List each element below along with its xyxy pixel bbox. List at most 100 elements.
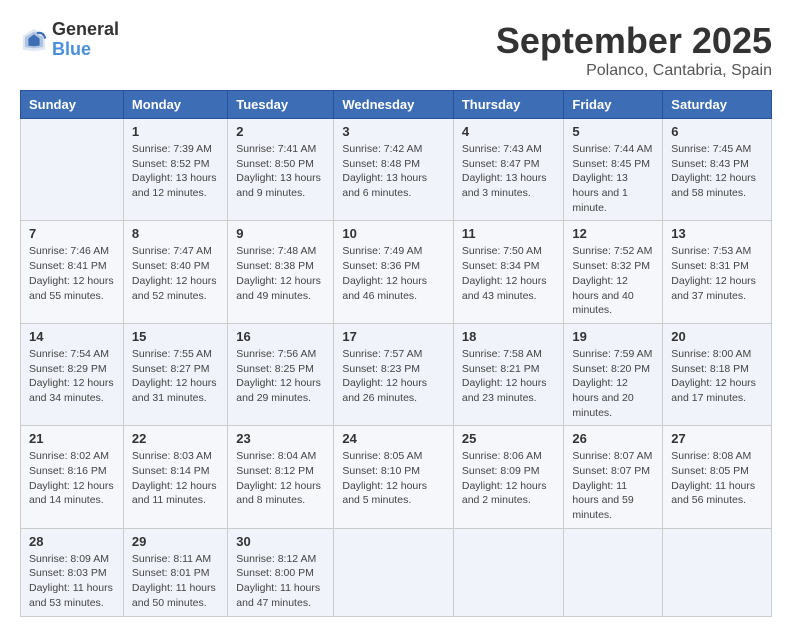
date-cell: 27 Sunrise: 8:08 AMSunset: 8:05 PMDayligh… [663,426,772,528]
date-number: 4 [462,124,556,139]
date-cell: 9Sunrise: 7:48 AMSunset: 8:38 PMDaylight… [228,221,334,323]
logo: General Blue [20,20,119,60]
date-number: 16 [236,329,325,344]
cell-info: Sunrise: 8:03 AMSunset: 8:14 PMDaylight:… [132,449,219,508]
title-section: September 2025 Polanco, Cantabria, Spain [496,20,772,80]
cell-info: Sunrise: 8:05 AMSunset: 8:10 PMDaylight:… [342,449,445,508]
cell-info: Sunrise: 8:11 AMSunset: 8:01 PMDaylight:… [132,552,219,611]
date-number: 10 [342,226,445,241]
date-number: 8 [132,226,219,241]
date-number: 6 [671,124,763,139]
date-cell: 15Sunrise: 7:55 AMSunset: 8:27 PMDayligh… [123,323,227,425]
cell-info: Sunrise: 7:58 AMSunset: 8:21 PMDaylight:… [462,347,556,406]
cell-info: Sunrise: 7:49 AMSunset: 8:36 PMDaylight:… [342,244,445,303]
day-header-wednesday: Wednesday [334,91,454,119]
date-number: 17 [342,329,445,344]
date-cell: 2Sunrise: 7:41 AMSunset: 8:50 PMDaylight… [228,119,334,221]
day-header-friday: Friday [564,91,663,119]
date-number: 13 [671,226,763,241]
date-number: 19 [572,329,654,344]
cell-info: Sunrise: 7:57 AMSunset: 8:23 PMDaylight:… [342,347,445,406]
day-header-tuesday: Tuesday [228,91,334,119]
date-cell: 17 Sunrise: 7:57 AMSunset: 8:23 PMDayligh… [334,323,454,425]
cell-info: Sunrise: 8:00 AMSunset: 8:18 PMDaylight:… [671,347,763,406]
week-row-1: 1 Sunrise: 7:39 AMSunset: 8:52 PMDaylight… [21,119,772,221]
date-number: 26 [572,431,654,446]
date-number: 30 [236,534,325,549]
date-cell: 28Sunrise: 8:09 AMSunset: 8:03 PMDayligh… [21,528,124,616]
date-number: 5 [572,124,654,139]
week-row-3: 14Sunrise: 7:54 AMSunset: 8:29 PMDayligh… [21,323,772,425]
date-number: 25 [462,431,556,446]
cell-info: Sunrise: 7:53 AMSunset: 8:31 PMDaylight:… [671,244,763,303]
cell-info: Sunrise: 8:08 AMSunset: 8:05 PMDaylight:… [671,449,763,508]
date-cell: 20 Sunrise: 8:00 AMSunset: 8:18 PMDayligh… [663,323,772,425]
date-cell: 26 Sunrise: 8:07 AMSunset: 8:07 PMDayligh… [564,426,663,528]
cell-info: Sunrise: 7:43 AMSunset: 8:47 PMDaylight:… [462,142,556,201]
date-cell: 19 Sunrise: 7:59 AMSunset: 8:20 PMDayligh… [564,323,663,425]
logo-icon [20,26,48,54]
month-title: September 2025 [496,20,772,62]
cell-info: Sunrise: 7:45 AMSunset: 8:43 PMDaylight:… [671,142,763,201]
cell-info: Sunrise: 7:47 AMSunset: 8:40 PMDaylight:… [132,244,219,303]
date-cell: 1 Sunrise: 7:39 AMSunset: 8:52 PMDaylight… [123,119,227,221]
date-cell: 16 Sunrise: 7:56 AMSunset: 8:25 PMDayligh… [228,323,334,425]
date-number: 28 [29,534,115,549]
cell-info: Sunrise: 7:42 AMSunset: 8:48 PMDaylight:… [342,142,445,201]
date-number: 12 [572,226,654,241]
date-cell: 6 Sunrise: 7:45 AMSunset: 8:43 PMDaylight… [663,119,772,221]
date-cell: 24 Sunrise: 8:05 AMSunset: 8:10 PMDayligh… [334,426,454,528]
cell-info: Sunrise: 8:06 AMSunset: 8:09 PMDaylight:… [462,449,556,508]
calendar-table: SundayMondayTuesdayWednesdayThursdayFrid… [20,90,772,617]
week-row-5: 28Sunrise: 8:09 AMSunset: 8:03 PMDayligh… [21,528,772,616]
cell-info: Sunrise: 8:02 AMSunset: 8:16 PMDaylight:… [29,449,115,508]
date-number: 24 [342,431,445,446]
cell-info: Sunrise: 7:50 AMSunset: 8:34 PMDaylight:… [462,244,556,303]
date-cell: 21 Sunrise: 8:02 AMSunset: 8:16 PMDayligh… [21,426,124,528]
location: Polanco, Cantabria, Spain [496,62,772,80]
date-cell: 7Sunrise: 7:46 AMSunset: 8:41 PMDaylight… [21,221,124,323]
cell-info: Sunrise: 8:12 AMSunset: 8:00 PMDaylight:… [236,552,325,611]
date-cell [564,528,663,616]
date-number: 18 [462,329,556,344]
date-cell: 29 Sunrise: 8:11 AMSunset: 8:01 PMDayligh… [123,528,227,616]
cell-info: Sunrise: 7:39 AMSunset: 8:52 PMDaylight:… [132,142,219,201]
cell-info: Sunrise: 7:52 AMSunset: 8:32 PMDaylight:… [572,244,654,317]
cell-info: Sunrise: 7:56 AMSunset: 8:25 PMDaylight:… [236,347,325,406]
date-cell: 8 Sunrise: 7:47 AMSunset: 8:40 PMDaylight… [123,221,227,323]
cell-info: Sunrise: 8:07 AMSunset: 8:07 PMDaylight:… [572,449,654,522]
header-row: SundayMondayTuesdayWednesdayThursdayFrid… [21,91,772,119]
date-cell: 13 Sunrise: 7:53 AMSunset: 8:31 PMDayligh… [663,221,772,323]
date-number: 7 [29,226,115,241]
date-cell: 3Sunrise: 7:42 AMSunset: 8:48 PMDaylight… [334,119,454,221]
date-number: 1 [132,124,219,139]
date-cell [334,528,454,616]
date-cell [453,528,564,616]
day-header-thursday: Thursday [453,91,564,119]
date-cell: 5 Sunrise: 7:44 AMSunset: 8:45 PMDaylight… [564,119,663,221]
date-number: 14 [29,329,115,344]
day-header-sunday: Sunday [21,91,124,119]
cell-info: Sunrise: 8:04 AMSunset: 8:12 PMDaylight:… [236,449,325,508]
date-number: 21 [29,431,115,446]
cell-info: Sunrise: 7:55 AMSunset: 8:27 PMDaylight:… [132,347,219,406]
cell-info: Sunrise: 7:41 AMSunset: 8:50 PMDaylight:… [236,142,325,201]
date-cell: 12 Sunrise: 7:52 AMSunset: 8:32 PMDayligh… [564,221,663,323]
date-cell: 14Sunrise: 7:54 AMSunset: 8:29 PMDayligh… [21,323,124,425]
date-cell: 4 Sunrise: 7:43 AMSunset: 8:47 PMDaylight… [453,119,564,221]
date-cell [663,528,772,616]
logo-text: General Blue [52,20,119,60]
date-cell: 30 Sunrise: 8:12 AMSunset: 8:00 PMDayligh… [228,528,334,616]
date-number: 29 [132,534,219,549]
week-row-4: 21 Sunrise: 8:02 AMSunset: 8:16 PMDayligh… [21,426,772,528]
cell-info: Sunrise: 7:44 AMSunset: 8:45 PMDaylight:… [572,142,654,215]
date-cell: 18 Sunrise: 7:58 AMSunset: 8:21 PMDayligh… [453,323,564,425]
day-header-monday: Monday [123,91,227,119]
date-cell: 22Sunrise: 8:03 AMSunset: 8:14 PMDayligh… [123,426,227,528]
date-number: 20 [671,329,763,344]
date-number: 23 [236,431,325,446]
date-number: 11 [462,226,556,241]
cell-info: Sunrise: 7:48 AMSunset: 8:38 PMDaylight:… [236,244,325,303]
cell-info: Sunrise: 7:59 AMSunset: 8:20 PMDaylight:… [572,347,654,420]
date-number: 27 [671,431,763,446]
